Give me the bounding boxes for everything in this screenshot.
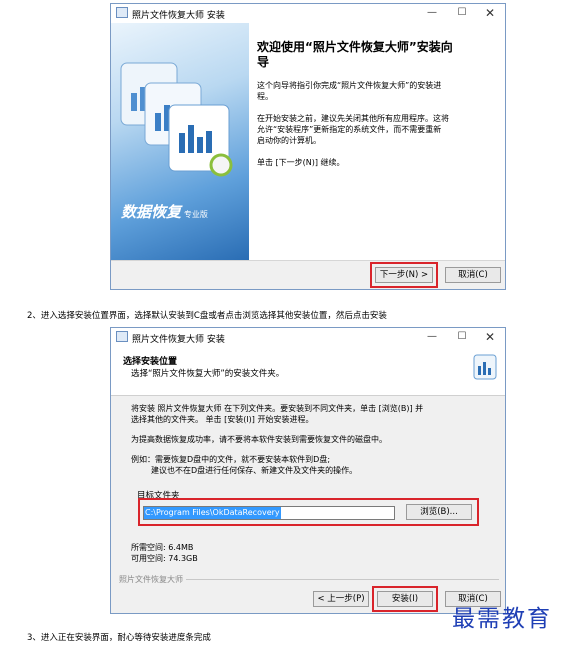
cancel-button[interactable]: 取消(C): [445, 267, 501, 283]
installer-window-welcome: 照片文件恢复大师 安装 — ☐ ✕ 数据恢复 专业版 欢迎使用“照片文件恢复大师…: [110, 3, 506, 290]
close-icon[interactable]: ✕: [481, 330, 499, 344]
target-folder-highlight: [138, 498, 479, 526]
next-button-highlight: [370, 262, 438, 288]
welcome-text: 这个向导将指引你完成“照片文件恢复大师”的安装进 程。 在开始安装之前，建议先关…: [257, 81, 449, 167]
space-available: 可用空间: 74.3GB: [131, 554, 198, 563]
window-title: 照片文件恢复大师 安装: [132, 11, 225, 21]
maximize-icon[interactable]: ☐: [453, 6, 471, 20]
back-button[interactable]: < 上一步(P): [313, 591, 369, 607]
installer-window-location: 照片文件恢复大师 安装 — ☐ ✕ 选择安装位置 选择“照片文件恢复大师”的安装…: [110, 327, 506, 614]
page-title: 选择安装位置: [123, 357, 178, 367]
space-info: 所需空间: 6.4MB 可用空间: 74.3GB: [131, 542, 198, 564]
maximize-icon[interactable]: ☐: [453, 330, 471, 344]
window-title: 照片文件恢复大师 安装: [132, 335, 225, 345]
space-required: 所需空间: 6.4MB: [131, 543, 194, 552]
title-bar: 照片文件恢复大师 安装 — ☐ ✕: [111, 4, 505, 22]
minimize-icon[interactable]: —: [423, 6, 441, 20]
welcome-banner: 数据恢复 专业版: [111, 23, 249, 260]
app-icon: [116, 7, 128, 18]
banner-product-name: 数据恢复 专业版: [121, 203, 208, 221]
instructions: 将安装 照片文件恢复大师 在下列文件夹。要安装到不同文件夹，单击 [浏览(B)]…: [131, 404, 424, 475]
watermark: 最需教育: [452, 606, 552, 632]
step-2-caption: 2、进入选择安装位置界面，选择默认安装到C盘或者点击浏览选择其他安装位置，然后点…: [27, 311, 387, 321]
install-button-highlight: [372, 586, 438, 612]
installer-chart-icon: [473, 354, 497, 380]
page-subtitle: 选择“照片文件恢复大师”的安装文件夹。: [131, 369, 285, 379]
close-icon[interactable]: ✕: [481, 6, 499, 20]
step-3-caption: 3、进入正在安装界面，耐心等待安装进度条完成: [27, 633, 211, 643]
page-header: 选择安装位置 选择“照片文件恢复大师”的安装文件夹。: [111, 347, 505, 396]
app-icon: [116, 331, 128, 342]
minimize-icon[interactable]: —: [423, 330, 441, 344]
document-chart-icon: [120, 62, 233, 177]
title-bar: 照片文件恢复大师 安装 — ☐ ✕: [111, 328, 505, 346]
welcome-heading: 欢迎使用“照片文件恢复大师”安装向 导: [257, 40, 453, 69]
